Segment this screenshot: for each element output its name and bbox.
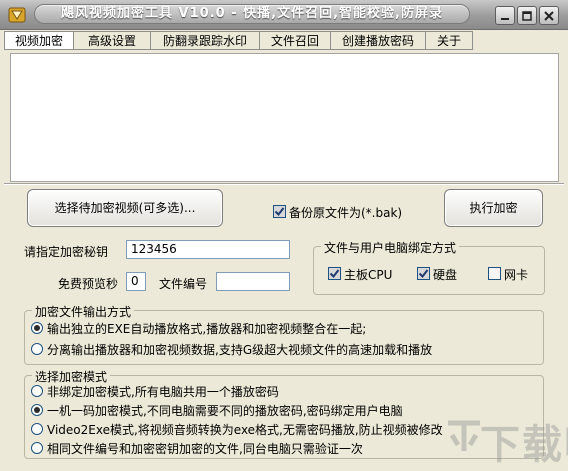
output-exe-label: 输出独立的EXE自动播放格式,播放器和加密视频整合在一起; xyxy=(47,322,367,336)
output-separate-radio[interactable] xyxy=(31,343,43,355)
close-icon xyxy=(544,10,554,21)
file-number-label: 文件编号 xyxy=(159,277,208,291)
output-separate-label: 分离输出播放器和加密视频数据,支持G级超大视频文件的高速加载和播放 xyxy=(47,343,433,357)
mode-per-machine-radio[interactable] xyxy=(31,404,43,416)
bind-disk-checkbox[interactable] xyxy=(417,267,430,280)
bind-cpu-label: 主板CPU xyxy=(344,268,393,282)
tab-anti-record-watermark[interactable]: 防翻录跟踪水印 xyxy=(150,31,260,50)
backup-label: 备份原文件为(*.bak) xyxy=(289,206,403,220)
separator xyxy=(4,183,564,185)
secret-key-label: 请指定加密秘钥 xyxy=(24,245,109,259)
mode-same-number-label: 相同文件编号和加密密钥加密的文件,同台电脑只需验证一次 xyxy=(47,442,363,456)
minimize-button[interactable] xyxy=(495,6,515,25)
radio-selected-dot xyxy=(34,407,40,413)
mode-unbound-label: 非绑定加密模式,所有电脑共用一个播放密码 xyxy=(47,385,279,399)
maximize-button[interactable] xyxy=(517,6,537,25)
bind-disk-label: 硬盘 xyxy=(433,268,458,282)
execute-encrypt-button[interactable]: 执行加密 xyxy=(444,189,543,227)
check-icon xyxy=(329,269,340,279)
bind-nic-label: 网卡 xyxy=(504,268,529,282)
tab-about[interactable]: 关于 xyxy=(425,31,473,50)
output-mode-title: 加密文件输出方式 xyxy=(32,303,135,320)
radio-selected-dot xyxy=(34,325,40,331)
mode-video2exe-label: Video2Exe模式,将视频音频转换为exe格式,无需密码播放,防止视频被修改 xyxy=(47,423,443,437)
tab-create-play-password[interactable]: 创建播放密码 xyxy=(330,31,426,50)
mode-unbound-radio[interactable] xyxy=(31,385,43,397)
app-icon xyxy=(8,6,26,24)
tab-advanced-settings[interactable]: 高级设置 xyxy=(73,31,151,50)
watermark-logo-icon xyxy=(444,415,484,455)
tab-file-recall[interactable]: 文件召回 xyxy=(259,31,331,50)
check-icon xyxy=(418,269,429,279)
watermark-text: 下载吧 xyxy=(480,422,568,468)
secret-key-input[interactable]: 123456 xyxy=(126,240,290,259)
select-videos-button[interactable]: 选择待加密视频(可多选)... xyxy=(27,189,223,227)
bind-nic-checkbox[interactable] xyxy=(488,267,501,280)
bind-cpu-checkbox[interactable] xyxy=(328,267,341,280)
mode-same-number-radio[interactable] xyxy=(31,442,43,454)
tab-video-encrypt[interactable]: 视频加密 xyxy=(4,31,74,50)
minimize-icon xyxy=(501,17,509,20)
output-exe-radio[interactable] xyxy=(31,322,43,334)
preview-seconds-label: 免费预览秒 xyxy=(58,277,119,291)
binding-group-title: 文件与用户电脑绑定方式 xyxy=(321,239,460,256)
backup-checkbox[interactable] xyxy=(273,205,286,218)
mode-per-machine-label: 一机一码加密模式,不同电脑需要不同的播放密码,密码绑定用户电脑 xyxy=(47,404,403,418)
preview-seconds-input[interactable]: 0 xyxy=(126,272,146,291)
close-button[interactable] xyxy=(539,6,559,25)
window-title: 飓风视频加密工具 V10.0 - 快播,文件召回,智能校验,防屏录 xyxy=(61,6,443,21)
log-panel[interactable] xyxy=(10,53,559,182)
file-number-input[interactable] xyxy=(216,272,290,291)
maximize-icon xyxy=(522,10,532,21)
mode-video2exe-radio[interactable] xyxy=(31,423,43,435)
check-icon xyxy=(274,207,285,217)
